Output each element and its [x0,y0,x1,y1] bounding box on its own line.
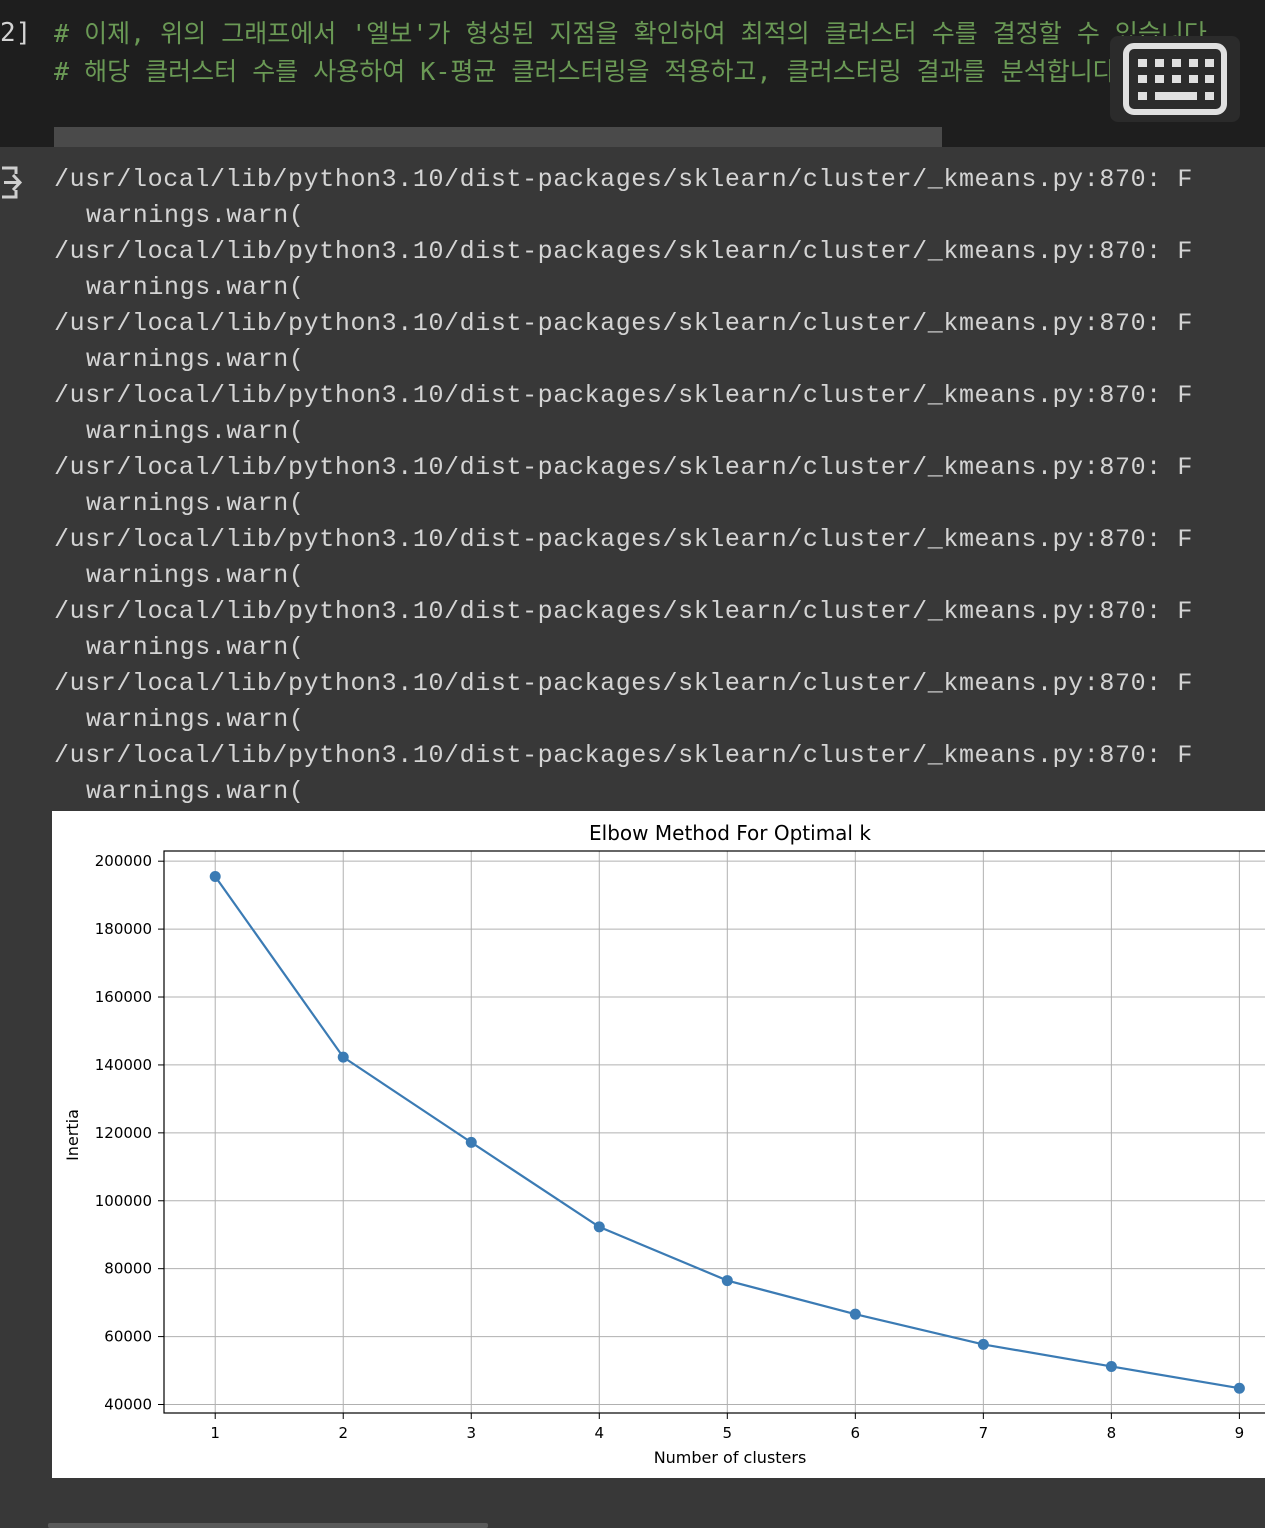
chart-svg: 1 2 3 4 5 6 7 8 9 40000 60000 80000 100000 120000 1400… [63,821,1265,1467]
y-tick-label: 40000 [104,1396,152,1414]
y-tick-label: 200000 [95,852,152,870]
warning-call-line: warnings.warn( [86,633,305,662]
warning-path-line: /usr/local/lib/python3.10/dist-packages/… [54,165,1193,194]
warning-call-line: warnings.warn( [86,777,305,806]
x-tick-label: 3 [466,1424,476,1442]
warning-path-line: /usr/local/lib/python3.10/dist-packages/… [54,669,1193,698]
y-axis-label: Inertia [63,1109,82,1161]
data-point [593,1221,605,1233]
warning-path-line: /usr/local/lib/python3.10/dist-packages/… [54,381,1193,410]
data-point [337,1051,349,1063]
x-tick-label: 7 [979,1424,989,1442]
y-tick-label: 100000 [95,1192,152,1210]
warning-path-line: /usr/local/lib/python3.10/dist-packages/… [54,597,1193,626]
keyboard-icon [1123,43,1227,115]
data-point [977,1338,989,1350]
plot-frame [163,850,1265,1414]
code-comment-line-2[interactable]: # 해당 클러스터 수를 사용하여 K-평균 클러스터링을 적용하고, 클러스터… [54,52,1131,88]
x-tick-label: 6 [851,1424,861,1442]
code-cell[interactable]: 2] # 이제, 위의 그래프에서 '엘보'가 형성된 지점을 확인하여 최적의… [0,0,1265,147]
grid-layer [164,851,1265,1413]
warning-path-line: /usr/local/lib/python3.10/dist-packages/… [54,237,1193,266]
data-point [849,1308,861,1320]
warning-call-line: warnings.warn( [86,561,305,590]
warning-call-line: warnings.warn( [86,417,305,446]
warning-path-line: /usr/local/lib/python3.10/dist-packages/… [54,309,1193,338]
output-horizontal-scrollbar[interactable] [48,1523,488,1528]
code-horizontal-scrollbar[interactable] [54,127,942,147]
data-point [465,1136,477,1148]
warning-path-line: /usr/local/lib/python3.10/dist-packages/… [54,453,1193,482]
warning-path-line: /usr/local/lib/python3.10/dist-packages/… [54,741,1193,770]
y-tick-label: 120000 [95,1124,152,1142]
x-tick-label: 1 [210,1424,220,1442]
data-point [1105,1360,1117,1372]
y-tick-label: 80000 [104,1260,152,1278]
chart-title: Elbow Method For Optimal k [589,821,871,845]
axis-layer: 1 2 3 4 5 6 7 8 9 40000 60000 80000 100000 120000 1400… [95,850,1265,1442]
data-point [721,1275,733,1287]
y-tick-label: 160000 [95,988,152,1006]
warning-call-line: warnings.warn( [86,201,305,230]
warning-call-line: warnings.warn( [86,273,305,302]
y-tick-label: 60000 [104,1328,152,1346]
warning-call-line: warnings.warn( [86,489,305,518]
warning-call-line: warnings.warn( [86,705,305,734]
keyboard-button[interactable] [1110,36,1240,122]
x-axis-label: Number of clusters [654,1448,807,1467]
x-tick-label: 2 [338,1424,348,1442]
data-point [209,870,221,882]
x-tick-label: 8 [1107,1424,1117,1442]
x-tick-label: 9 [1235,1424,1245,1442]
warning-call-line: warnings.warn( [86,345,305,374]
warning-path-line: /usr/local/lib/python3.10/dist-packages/… [54,525,1193,554]
y-tick-label: 140000 [95,1056,152,1074]
x-tick-label: 5 [723,1424,733,1442]
output-icon[interactable] [0,164,24,202]
elbow-chart: 1 2 3 4 5 6 7 8 9 40000 60000 80000 100000 120000 1400… [52,811,1265,1478]
y-tick-label: 180000 [95,920,152,938]
execution-count: 2] [0,18,32,48]
data-point [1233,1382,1245,1394]
x-tick-label: 4 [595,1424,605,1442]
code-comment-line-1[interactable]: # 이제, 위의 그래프에서 '엘보'가 형성된 지점을 확인하여 최적의 클러… [54,14,1222,50]
